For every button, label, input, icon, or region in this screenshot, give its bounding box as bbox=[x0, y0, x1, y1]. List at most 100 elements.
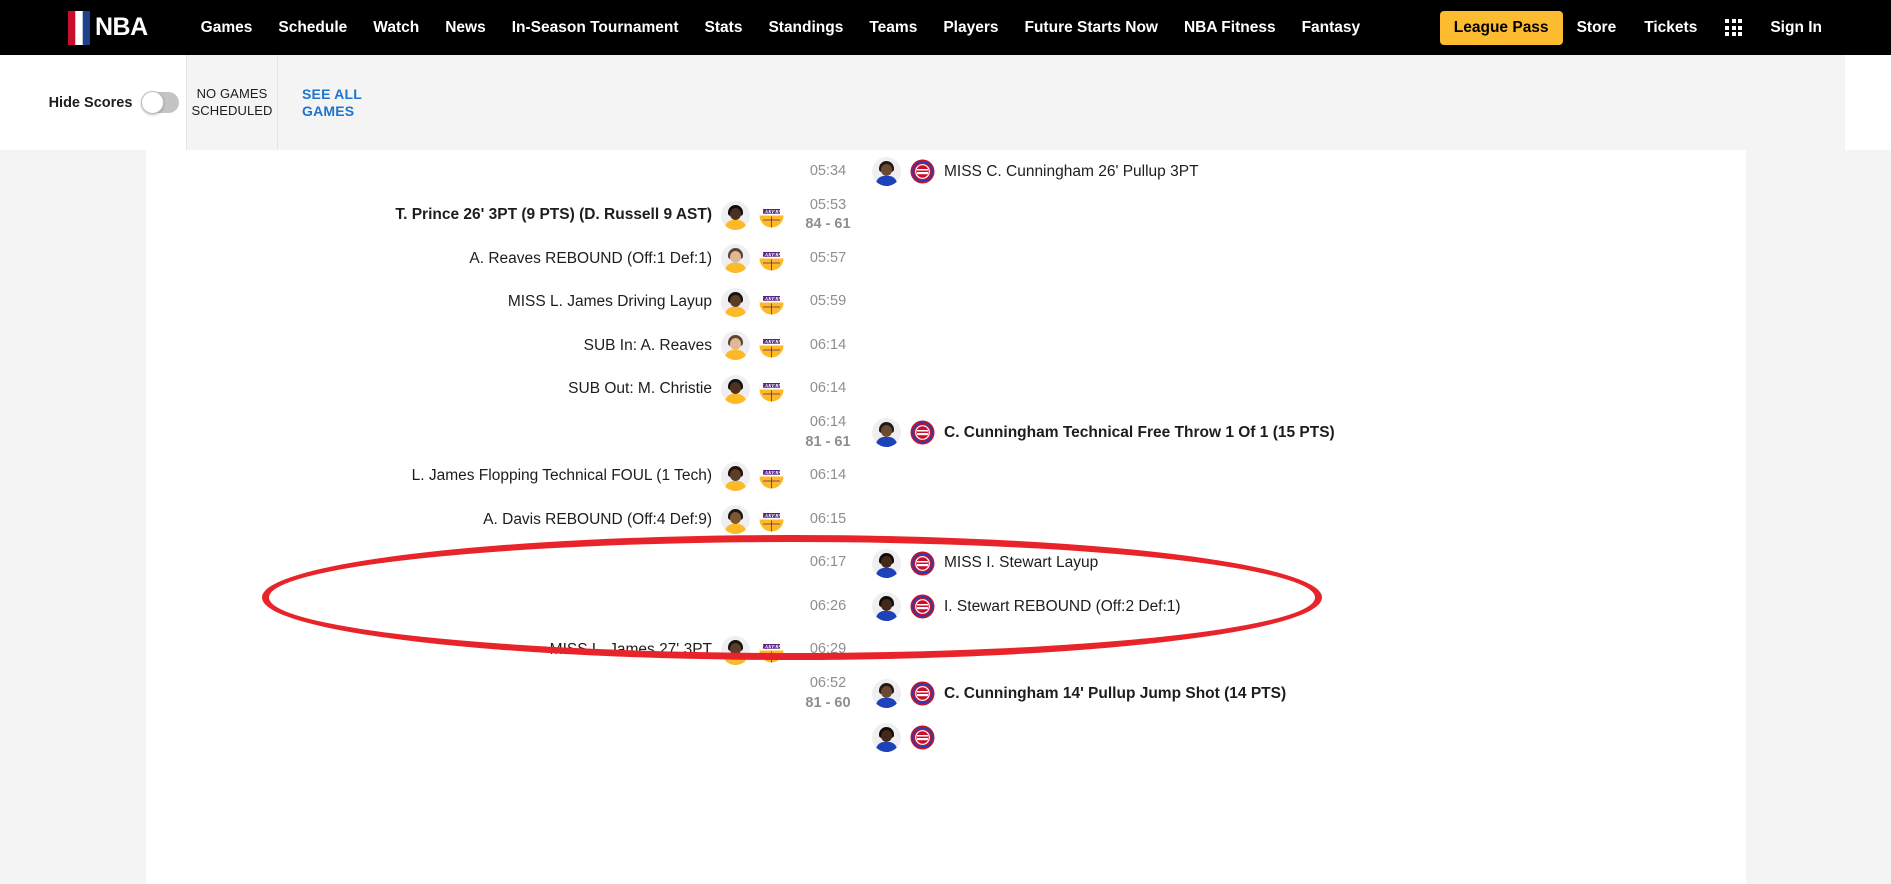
home-team-play-cell: MISS L. James 27' 3PT LAKERS bbox=[146, 635, 790, 665]
no-games-line-2: SCHEDULED bbox=[191, 102, 273, 118]
play-description: MISS L. James Driving Layup bbox=[507, 293, 712, 311]
player-headshot bbox=[721, 200, 750, 230]
play-by-play-row[interactable]: MISS L. James 27' 3PT LAKERS 06:29 bbox=[146, 629, 1746, 673]
play-clock: 06:14 bbox=[809, 467, 847, 484]
nav-link-tickets[interactable]: Tickets bbox=[1630, 0, 1711, 55]
nav-link-games[interactable]: Games bbox=[188, 0, 266, 55]
team-logo-lakers: LAKERS bbox=[759, 377, 784, 402]
play-score: 81 - 61 bbox=[805, 433, 851, 450]
nav-link-store[interactable]: Store bbox=[1563, 0, 1631, 55]
play-by-play-row[interactable]: 05:34 MISS C. Cunningham 26' Pullup 3PT bbox=[146, 150, 1746, 194]
play-by-play-row[interactable]: T. Prince 26' 3PT (9 PTS) (D. Russell 9 … bbox=[146, 194, 1746, 238]
play-by-play-row[interactable]: 06:17 MISS I. Stewart Layup bbox=[146, 542, 1746, 586]
league-pass-button[interactable]: League Pass bbox=[1439, 10, 1563, 45]
team-logo-pistons bbox=[910, 159, 935, 184]
hide-scores-toggle[interactable] bbox=[141, 91, 180, 114]
hide-scores-control[interactable]: Hide Scores bbox=[42, 55, 186, 150]
play-by-play-row[interactable]: MISS L. James Driving Layup LAKERS 05:59 bbox=[146, 281, 1746, 325]
player-headshot bbox=[721, 374, 750, 404]
see-all-games-link[interactable]: SEE ALL GAMES bbox=[278, 55, 378, 150]
player-headshot bbox=[721, 505, 750, 535]
play-by-play-list: 05:34 MISS C. Cunningham 26' Pullup 3PT T.… bbox=[146, 150, 1746, 884]
nav-link-future-starts-now[interactable]: Future Starts Now bbox=[1012, 0, 1171, 55]
play-by-play-row[interactable]: 06:14 81 - 61 C. Cunningham Technical Free… bbox=[146, 411, 1746, 455]
nav-link-fantasy[interactable]: Fantasy bbox=[1289, 0, 1374, 55]
play-by-play-row[interactable]: A. Reaves REBOUND (Off:1 Def:1) LAKERS 05:… bbox=[146, 237, 1746, 281]
player-headshot bbox=[872, 679, 901, 709]
nav-right-section: League Pass Store Tickets Sign In bbox=[1439, 0, 1836, 55]
player-headshot bbox=[872, 548, 901, 578]
nav-link-schedule[interactable]: Schedule bbox=[265, 0, 360, 55]
play-score: 81 - 60 bbox=[805, 694, 851, 711]
play-by-play-row[interactable]: SUB In: A. Reaves LAKERS 06:14 bbox=[146, 324, 1746, 368]
play-clock: 06:14 bbox=[809, 336, 847, 353]
team-logo-pistons bbox=[910, 551, 935, 576]
player-headshot bbox=[872, 592, 901, 622]
play-by-play-row[interactable]: 06:52 81 - 60 C. Cunningham 14' Pullup Jum… bbox=[146, 672, 1746, 716]
svg-text:LAKERS: LAKERS bbox=[761, 514, 782, 520]
play-description: A. Reaves REBOUND (Off:1 Def:1) bbox=[469, 249, 712, 267]
play-description: C. Cunningham Technical Free Throw 1 Of … bbox=[944, 423, 1335, 441]
nav-link-teams[interactable]: Teams bbox=[856, 0, 930, 55]
play-time-cell: 05:34 bbox=[790, 162, 866, 182]
home-team-play-cell: A. Reaves REBOUND (Off:1 Def:1) LAKERS bbox=[146, 244, 790, 274]
team-logo-lakers: LAKERS bbox=[759, 638, 784, 663]
play-clock: 06:14 bbox=[809, 414, 847, 431]
nav-link-in-season-tournament[interactable]: In-Season Tournament bbox=[499, 0, 692, 55]
play-description: A. Davis REBOUND (Off:4 Def:9) bbox=[483, 510, 712, 528]
play-clock: 05:34 bbox=[809, 162, 847, 179]
play-time-cell: 06:17 bbox=[790, 553, 866, 573]
sign-in-link[interactable]: Sign In bbox=[1756, 0, 1836, 55]
svg-text:LAKERS: LAKERS bbox=[761, 209, 782, 215]
nav-link-nba-fitness[interactable]: NBA Fitness bbox=[1171, 0, 1289, 55]
play-time-cell: 06:14 bbox=[790, 379, 866, 399]
nav-link-news[interactable]: News bbox=[432, 0, 499, 55]
player-headshot bbox=[721, 461, 750, 491]
nba-logo-icon bbox=[68, 10, 90, 45]
hide-scores-label: Hide Scores bbox=[48, 94, 133, 111]
play-by-play-row[interactable]: L. James Flopping Technical FOUL (1 Tech… bbox=[146, 455, 1746, 499]
play-time-cell: 06:29 bbox=[790, 640, 866, 660]
away-team-play-cell: C. Cunningham 14' Pullup Jump Shot (14 P… bbox=[866, 679, 1746, 709]
top-navigation-bar: NBA Games Schedule Watch News In-Season … bbox=[0, 0, 1891, 55]
primary-nav-links: Games Schedule Watch News In-Season Tour… bbox=[188, 0, 1373, 55]
play-score: 84 - 61 bbox=[805, 216, 851, 233]
play-time-cell: 05:53 84 - 61 bbox=[790, 196, 866, 235]
play-clock: 06:29 bbox=[809, 641, 847, 658]
play-description: MISS L. James 27' 3PT bbox=[549, 641, 712, 659]
play-by-play-row[interactable]: SUB Out: M. Christie LAKERS 06:14 bbox=[146, 368, 1746, 412]
nba-wordmark: NBA bbox=[95, 13, 148, 41]
apps-grid-icon[interactable] bbox=[1725, 19, 1743, 36]
play-clock: 06:15 bbox=[809, 510, 847, 527]
play-by-play-row[interactable]: 06:26 I. Stewart REBOUND (Off:2 Def:1) bbox=[146, 585, 1746, 629]
svg-text:LAKERS: LAKERS bbox=[761, 296, 782, 302]
play-time-cell: 06:14 81 - 61 bbox=[790, 413, 866, 452]
play-time-cell: 06:14 bbox=[790, 466, 866, 486]
play-by-play-row[interactable] bbox=[146, 716, 1746, 760]
toggle-knob bbox=[141, 91, 165, 114]
see-all-line-2[interactable]: GAMES bbox=[302, 103, 354, 120]
home-team-play-cell: SUB In: A. Reaves LAKERS bbox=[146, 331, 790, 361]
nav-link-stats[interactable]: Stats bbox=[692, 0, 756, 55]
player-headshot bbox=[872, 418, 901, 448]
nav-link-watch[interactable]: Watch bbox=[360, 0, 432, 55]
home-team-play-cell: T. Prince 26' 3PT (9 PTS) (D. Russell 9 … bbox=[146, 200, 790, 230]
away-team-play-cell: MISS C. Cunningham 26' Pullup 3PT bbox=[866, 157, 1746, 187]
team-logo-lakers: LAKERS bbox=[759, 290, 784, 315]
team-logo-pistons bbox=[910, 594, 935, 619]
player-headshot bbox=[721, 287, 750, 317]
team-logo-pistons bbox=[910, 725, 935, 750]
home-team-play-cell: SUB Out: M. Christie LAKERS bbox=[146, 374, 790, 404]
player-headshot bbox=[721, 244, 750, 274]
play-description: C. Cunningham 14' Pullup Jump Shot (14 P… bbox=[944, 684, 1287, 702]
see-all-line-1[interactable]: SEE ALL bbox=[302, 86, 362, 103]
nav-link-standings[interactable]: Standings bbox=[755, 0, 856, 55]
home-team-play-cell: L. James Flopping Technical FOUL (1 Tech… bbox=[146, 461, 790, 491]
play-clock: 06:26 bbox=[809, 597, 847, 614]
play-by-play-row[interactable]: A. Davis REBOUND (Off:4 Def:9) LAKERS 06:1… bbox=[146, 498, 1746, 542]
play-clock: 06:14 bbox=[809, 380, 847, 397]
nba-logo[interactable]: NBA bbox=[68, 10, 148, 45]
team-logo-lakers: LAKERS bbox=[759, 333, 784, 358]
play-clock: 05:59 bbox=[809, 293, 847, 310]
nav-link-players[interactable]: Players bbox=[930, 0, 1011, 55]
